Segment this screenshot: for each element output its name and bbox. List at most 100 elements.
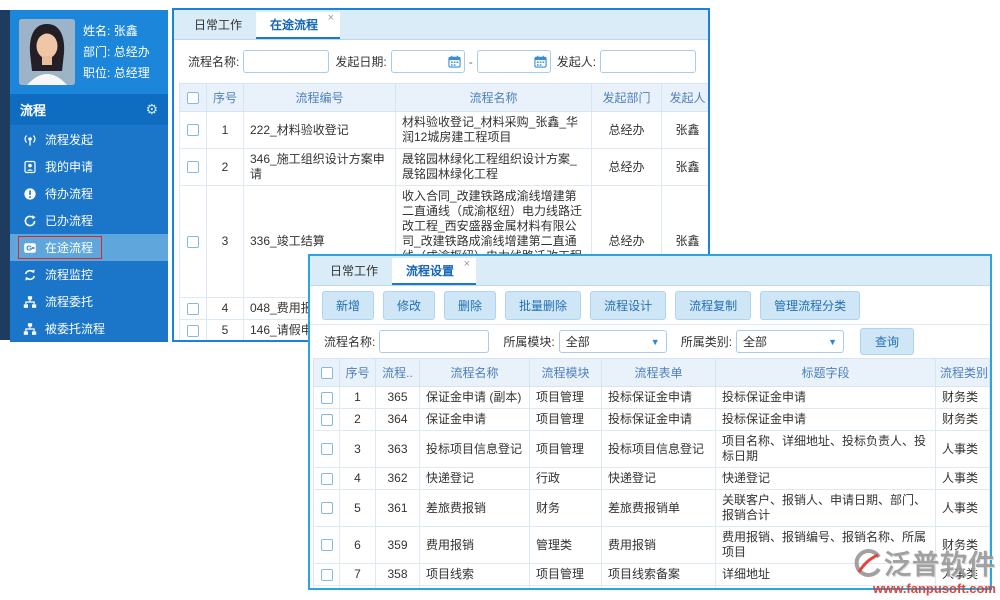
row-checkbox[interactable] (320, 472, 333, 485)
row-checkbox[interactable] (320, 568, 333, 581)
panel2-tabbar: 日常工作 流程设置 × (310, 256, 990, 286)
flow-copy-button[interactable]: 流程复制 (675, 290, 752, 320)
edit-button[interactable]: 修改 (383, 290, 436, 320)
delete-button[interactable]: 删除 (444, 290, 497, 320)
gear-icon[interactable]: ⚙ (145, 101, 158, 118)
col-form: 流程表单 (601, 358, 716, 387)
cell-code: 346_施工组织设计方案申请 (243, 148, 396, 186)
table-row[interactable]: 7 358 项目线索 项目管理 项目线索备案 详细地址 人事类 (313, 563, 990, 586)
cell-name: 测试费用报销 (419, 585, 530, 588)
cell-person: 张鑫 (661, 148, 708, 186)
row-checkbox[interactable] (187, 161, 199, 174)
date-from-input[interactable] (390, 50, 465, 73)
table-row[interactable]: 2 346_施工组织设计方案申请 晟铭园林绿化工程组织设计方案_晟铭园林绿化工程 总经… (179, 148, 708, 186)
sidebar-item-1[interactable]: 我的申请 (10, 153, 168, 180)
cell-category: 财务类 (935, 386, 990, 409)
row-checkbox[interactable] (320, 391, 333, 404)
cell-no: 3 (206, 185, 244, 298)
sidebar-item-label: 在途流程 (45, 241, 94, 255)
avatar-illustration (19, 19, 75, 85)
cell-name: 快递登记 (419, 467, 530, 490)
cell-no: 6 (339, 526, 376, 564)
flow-name-input[interactable] (379, 330, 490, 353)
row-checkbox-cell (179, 319, 207, 340)
select-all-checkbox[interactable] (320, 367, 333, 380)
sidebar-item-3[interactable]: 已办流程 (10, 207, 168, 234)
tab-in-transit[interactable]: 在途流程 × (256, 12, 341, 39)
batch-delete-button[interactable]: 批量删除 (505, 290, 582, 320)
cell-title-fields: 详细地址 (715, 563, 936, 586)
row-checkbox-cell (180, 342, 207, 343)
sidebar-item-inner: 我的申请 (18, 155, 102, 178)
category-select[interactable]: 全部 ▼ (736, 330, 845, 353)
table-row[interactable]: 8357测试费用报销财务费用报销费用报销、报销编号、报销名称、本次报销金额财务类 (313, 585, 990, 588)
close-icon[interactable]: × (464, 258, 470, 270)
col-module: 流程模块 (529, 358, 602, 387)
row-checkbox[interactable] (187, 324, 199, 337)
tab-daily-work[interactable]: 日常工作 (316, 258, 392, 285)
sidebar-item-2[interactable]: 待办流程 (10, 180, 168, 207)
table-row[interactable]: 4 362 快递登记 行政 快递登记 快递登记 人事类 (313, 467, 990, 490)
user-title: 职位: 总经理 (83, 65, 150, 80)
row-checkbox-cell (313, 467, 340, 490)
cell-form: 投标项目信息登记 (601, 430, 716, 468)
cell-category: 人事类 (935, 430, 990, 468)
sidebar-item-5[interactable]: 流程监控 (10, 261, 168, 288)
cell-form: 投标保证金申请 (601, 408, 716, 431)
close-icon[interactable]: × (328, 12, 334, 24)
manage-flow-category-button[interactable]: 管理流程分类 (760, 290, 861, 320)
initiator-input[interactable] (600, 50, 697, 73)
flow-design-button[interactable]: 流程设计 (590, 290, 667, 320)
cell-title-fields: 快递登记 (715, 467, 936, 490)
row-checkbox[interactable] (187, 235, 199, 248)
row-checkbox[interactable] (320, 502, 333, 515)
date-to-input[interactable] (476, 50, 551, 73)
user-profile: 姓名: 张鑫 部门: 总经办 职位: 总经理 (10, 10, 168, 94)
table-row[interactable]: 3 363 投标项目信息登记 项目管理 投标项目信息登记 项目名称、详细地址、投标负责人、… (313, 430, 990, 468)
sidebar-item-0[interactable]: 流程发起 (10, 126, 168, 153)
category-label: 所属类别: (680, 335, 733, 349)
table-row[interactable]: 1 222_材料验收登记 材料验收登记_材料采购_张鑫_华润12城房建工程项目 总经办… (179, 111, 708, 149)
table-header-row: 序号 流程.. 流程名称 流程模块 流程表单 标题字段 流程类别 (313, 358, 990, 387)
table-header-row: 序号 流程编号 流程名称 发起部门 发起人 (179, 83, 708, 112)
sidebar-item-7[interactable]: 被委托流程 (10, 315, 168, 342)
cell-dept: 总经办 (591, 111, 662, 149)
module-select[interactable]: 全部 ▼ (558, 330, 667, 353)
row-checkbox[interactable] (187, 124, 199, 137)
tab-flow-settings[interactable]: 流程设置 × (392, 258, 477, 285)
cell-dept: 总经办 (591, 148, 662, 186)
add-button[interactable]: 新增 (322, 290, 375, 320)
flow-settings-window: 日常工作 流程设置 × 新增 修改 删除 批量删除 流程设计 流程复制 管理流程分类 流程名… (308, 254, 992, 590)
sidebar: 姓名: 张鑫 部门: 总经办 职位: 总经理 流程 ⚙ 流程发起 我的申请 待办流程… (10, 10, 168, 342)
row-checkbox[interactable] (320, 443, 333, 456)
search-button[interactable]: 查询 (860, 328, 915, 355)
select-all-checkbox[interactable] (187, 92, 199, 105)
flow-name-input[interactable] (243, 50, 330, 73)
table-row[interactable]: 6 359 费用报销 管理类 费用报销 费用报销、报销编号、报销名称、所属项目 财务类 (313, 526, 990, 564)
svg-text:G: G (26, 243, 32, 252)
sidebar-item-inner: 待办流程 (18, 182, 102, 205)
row-checkbox[interactable] (187, 302, 199, 315)
table-row[interactable]: 1 365 保证金申请 (副本) 项目管理 投标保证金申请 投标保证金申请 财务类 (313, 386, 990, 409)
tab-daily-work[interactable]: 日常工作 (180, 12, 256, 39)
user-dept: 部门: 总经办 (83, 44, 150, 59)
row-checkbox-cell (179, 297, 207, 320)
chevron-down-icon: ▼ (650, 336, 660, 347)
broadcast-icon (23, 133, 37, 147)
cell-code: 362 (375, 467, 420, 490)
table-row[interactable]: 5 361 差旅费报销 财务 差旅费报销单 关联客户、报销人、申请日期、部门、报销合计 人事… (313, 489, 990, 527)
sidebar-item-4-active[interactable]: G 在途流程 (10, 234, 168, 261)
sidebar-item-inner: 已办流程 (18, 209, 102, 232)
table-row[interactable]: 2 364 保证金申请 项目管理 投标保证金申请 投标保证金申请 财务类 (313, 408, 990, 431)
cell-module: 项目管理 (529, 386, 602, 409)
col-code: 流程.. (375, 358, 420, 387)
sidebar-item-label: 被委托流程 (45, 322, 106, 336)
cell-title-fields: 费用报销、报销编号、报销名称、所属项目 (715, 526, 936, 564)
col-category: 流程类别 (935, 358, 990, 387)
cell-form: 项目线索备案 (601, 563, 716, 586)
sidebar-item-6[interactable]: 流程委托 (10, 288, 168, 315)
cell-no: 5 (206, 319, 244, 340)
row-checkbox[interactable] (320, 539, 333, 552)
row-checkbox[interactable] (320, 413, 333, 426)
flow-name-label: 流程名称: (188, 55, 240, 69)
